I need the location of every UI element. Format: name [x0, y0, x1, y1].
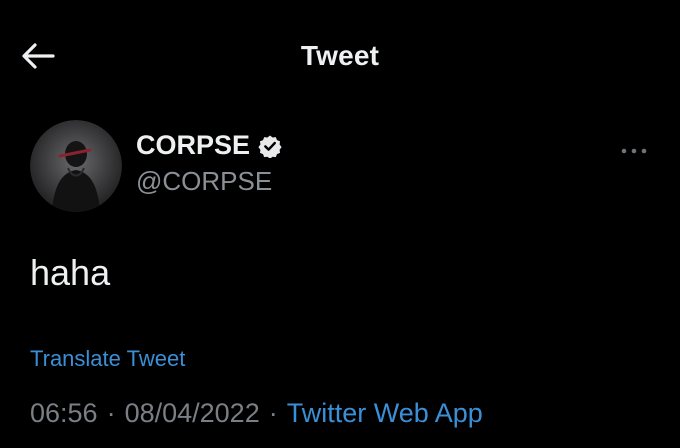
- page-title: Tweet: [300, 40, 380, 71]
- verified-badge-icon: [258, 134, 282, 159]
- more-options-button[interactable]: [616, 138, 652, 162]
- author-name-row: CORPSE: [136, 130, 282, 161]
- tweet-time: 06:56: [30, 398, 98, 428]
- tweet-text: haha: [30, 252, 111, 293]
- top-bar: Tweet: [0, 0, 680, 112]
- meta-separator: ·: [106, 398, 116, 428]
- more-options-icon: [621, 141, 647, 159]
- tweet-metadata: 06:56 · 08/04/2022 · Twitter Web App: [30, 398, 483, 429]
- tweet-source-link[interactable]: Twitter Web App: [287, 398, 483, 429]
- avatar[interactable]: [30, 120, 122, 212]
- translate-tweet-link[interactable]: Translate Tweet: [30, 346, 185, 372]
- author-display-name[interactable]: CORPSE: [136, 130, 250, 161]
- tweet-date: 08/04/2022: [124, 398, 260, 428]
- author-handle[interactable]: @CORPSE: [136, 166, 272, 197]
- tweet-detail-screen: Tweet CORPSE @CORPSE haha Translate Twee…: [0, 0, 680, 448]
- meta-separator: ·: [268, 398, 278, 428]
